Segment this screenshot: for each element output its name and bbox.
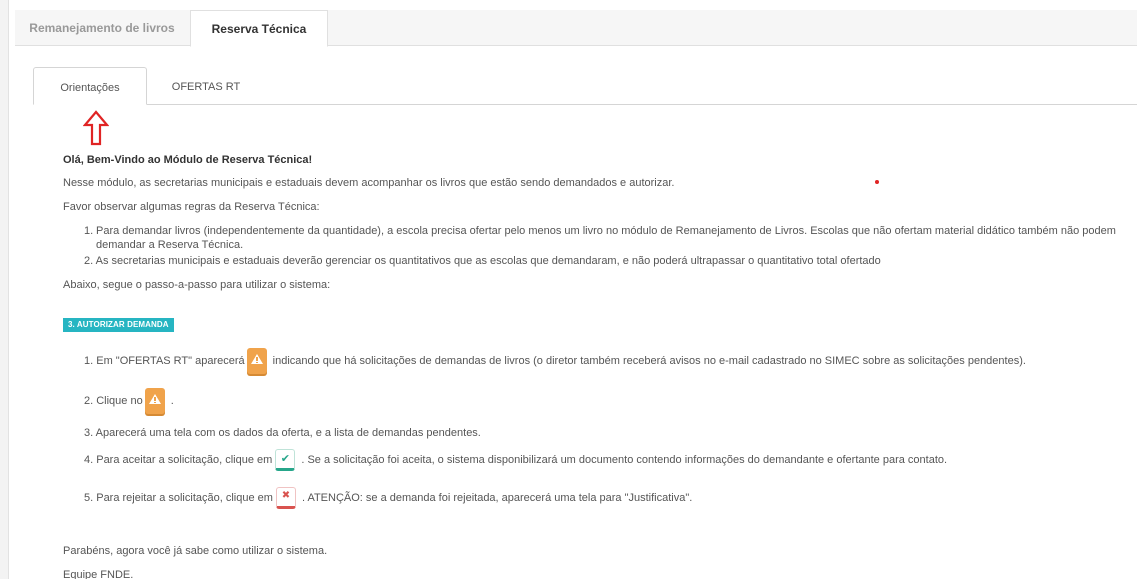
step-text: . Se a solicitação foi aceita, o sistema… xyxy=(301,454,948,466)
close-icon: ✖ xyxy=(275,487,296,509)
step-text: 4. Para aceitar a solicitação, clique em xyxy=(84,454,273,466)
warning-icon xyxy=(144,388,165,414)
steps-intro-text: Abaixo, segue o passo-a-passo para utili… xyxy=(63,279,331,291)
step-4: 4. Para aceitar a solicitação, clique em… xyxy=(84,444,947,476)
welcome-heading: Olá, Bem-Vindo ao Módulo de Reserva Técn… xyxy=(63,154,313,166)
check-icon: ✔ xyxy=(275,449,296,471)
intro-text: Nesse módulo, as secretarias municipais … xyxy=(63,177,675,189)
top-tabbar: Remanejamento de livros Reserva Técnica xyxy=(15,10,1137,47)
step-2: 2. Clique no . xyxy=(84,386,174,416)
step-5: 5. Para rejeitar a solicitação, clique e… xyxy=(84,482,692,514)
rule-text: Para demandar livros (independentemente … xyxy=(96,225,1116,251)
step-text: 3. Aparecerá uma tela com os dados da of… xyxy=(84,427,481,439)
tab-reserva-tecnica[interactable]: Reserva Técnica xyxy=(190,10,328,47)
tab-remanejamento-de-livros[interactable]: Remanejamento de livros xyxy=(15,10,189,46)
step-text: . ATENÇÃO: se a demanda foi rejeitada, a… xyxy=(301,492,693,504)
left-edge-panel xyxy=(0,0,9,579)
red-up-arrow-icon xyxy=(83,110,109,146)
warning-icon xyxy=(246,348,267,374)
congrats-text: Parabéns, agora você já sabe como utiliz… xyxy=(63,545,328,557)
rules-intro-text: Favor observar algumas regras da Reserva… xyxy=(63,201,320,213)
rule-item-2: 2. As secretarias municipais e estaduais… xyxy=(84,255,881,267)
step-text: indicando que há solicitações de demanda… xyxy=(272,355,1026,367)
tab-ofertas-rt[interactable]: OFERTAS RT xyxy=(147,67,265,105)
step-text: 5. Para rejeitar a solicitação, clique e… xyxy=(84,492,273,504)
step-text: 2. Clique no xyxy=(84,395,143,407)
rule-item-1: 1. Para demandar livros (independentemen… xyxy=(84,224,1134,252)
step-3: 3. Aparecerá uma tela com os dados da of… xyxy=(84,425,481,441)
rule-number: 2. xyxy=(84,255,94,267)
step-text: 1. Em "OFERTAS RT" aparecerá xyxy=(84,355,245,367)
step-1: 1. Em "OFERTAS RT" aparecerá indicando q… xyxy=(84,347,1026,375)
rule-text: As secretarias municipais e estaduais de… xyxy=(95,255,881,267)
autorizar-demanda-badge: 3. AUTORIZAR DEMANDA xyxy=(63,318,174,332)
tab-orientacoes[interactable]: Orientações xyxy=(33,67,147,105)
step-text: . xyxy=(170,395,174,407)
team-signature: Equipe FNDE. xyxy=(63,569,134,579)
red-dot-mark xyxy=(875,180,879,184)
rule-number: 1. xyxy=(84,225,94,237)
